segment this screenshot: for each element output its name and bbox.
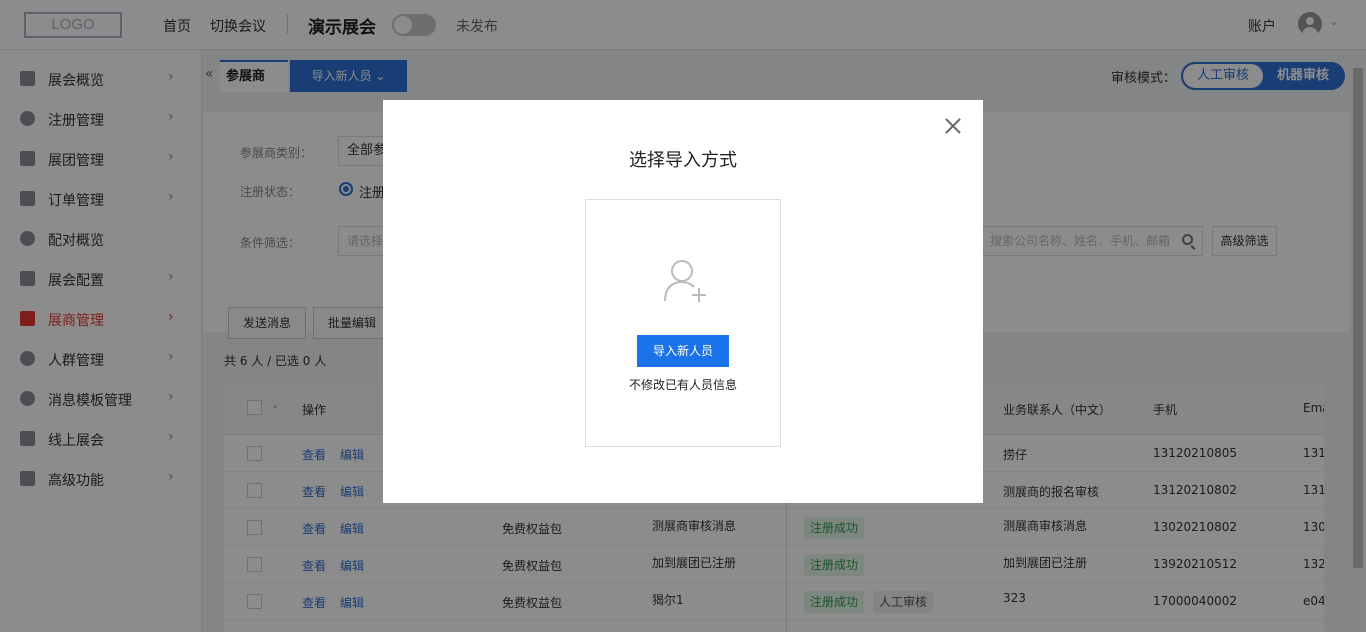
close-icon[interactable] [943,116,963,136]
user-add-icon [664,260,706,302]
import-option-card[interactable]: 导入新人员 不修改已有人员信息 [585,199,781,447]
modal-title: 选择导入方式 [629,150,737,171]
import-method-modal: 选择导入方式 导入新人员 不修改已有人员信息 [383,100,983,503]
import-new-people-button[interactable]: 导入新人员 [637,335,729,367]
import-option-note: 不修改已有人员信息 [628,378,737,392]
